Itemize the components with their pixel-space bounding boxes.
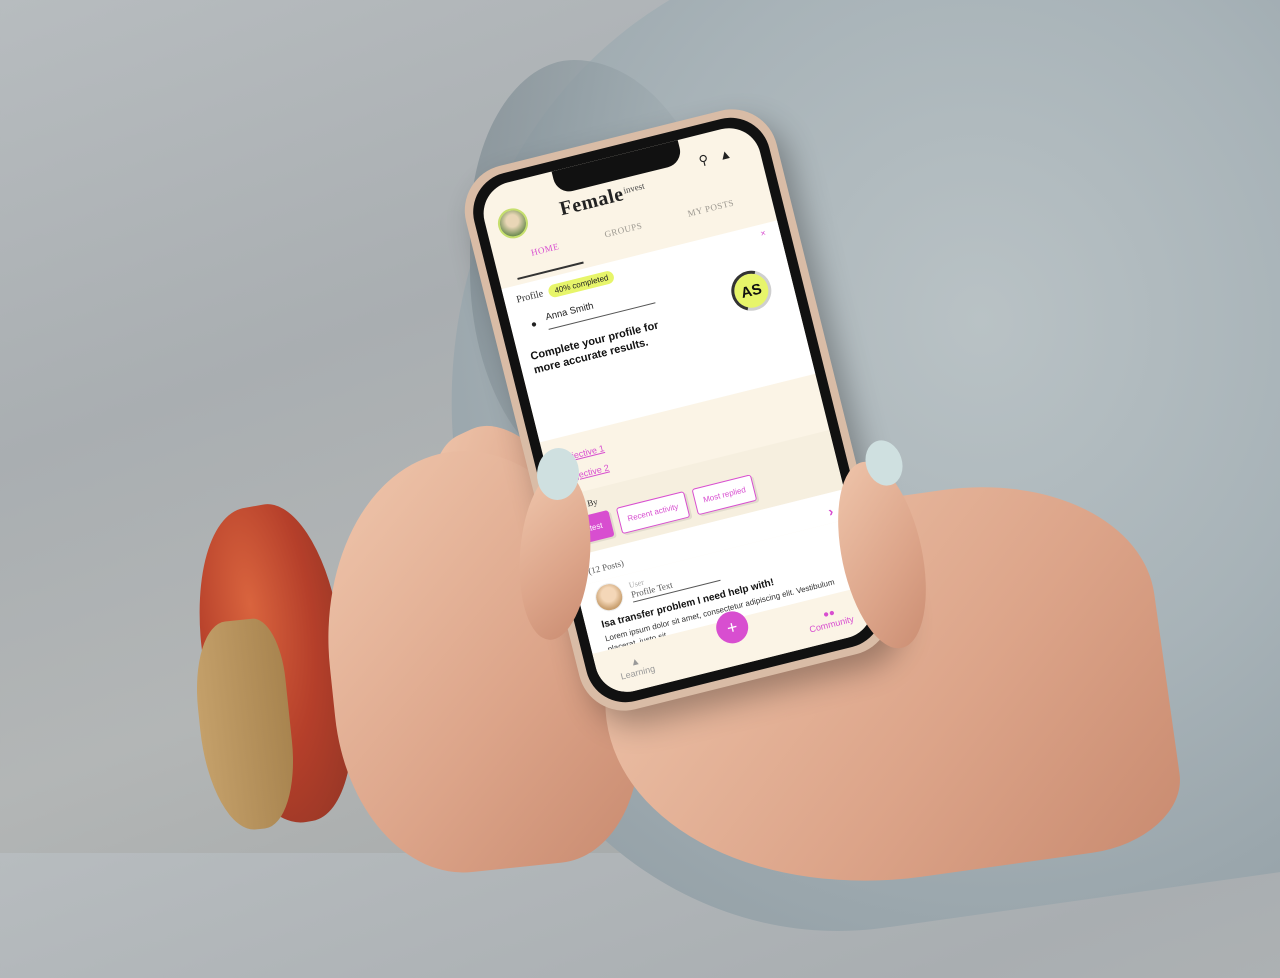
post-avatar xyxy=(592,580,627,615)
chevron-right-icon[interactable]: › xyxy=(826,503,834,520)
search-icon[interactable]: ⚲ xyxy=(697,151,710,169)
close-icon[interactable]: × xyxy=(759,228,767,239)
profile-progress-badge: 40% completed xyxy=(547,269,616,299)
posts-count: (12 Posts) xyxy=(587,557,625,577)
nav-learning[interactable]: ▲ Learning xyxy=(617,652,656,681)
nav-community[interactable]: ●● Community xyxy=(806,603,855,634)
user-icon: ● xyxy=(529,318,539,331)
profile-label: Profile xyxy=(515,288,545,306)
bell-icon[interactable]: ▲ xyxy=(717,146,733,164)
tab-my-posts[interactable]: MY POSTS xyxy=(681,191,740,226)
tab-groups[interactable]: GROUPS xyxy=(598,214,648,247)
nav-learning-label: Learning xyxy=(619,662,656,682)
tab-home[interactable]: HOME xyxy=(525,234,566,264)
brand-sub-text: invest xyxy=(622,180,646,196)
